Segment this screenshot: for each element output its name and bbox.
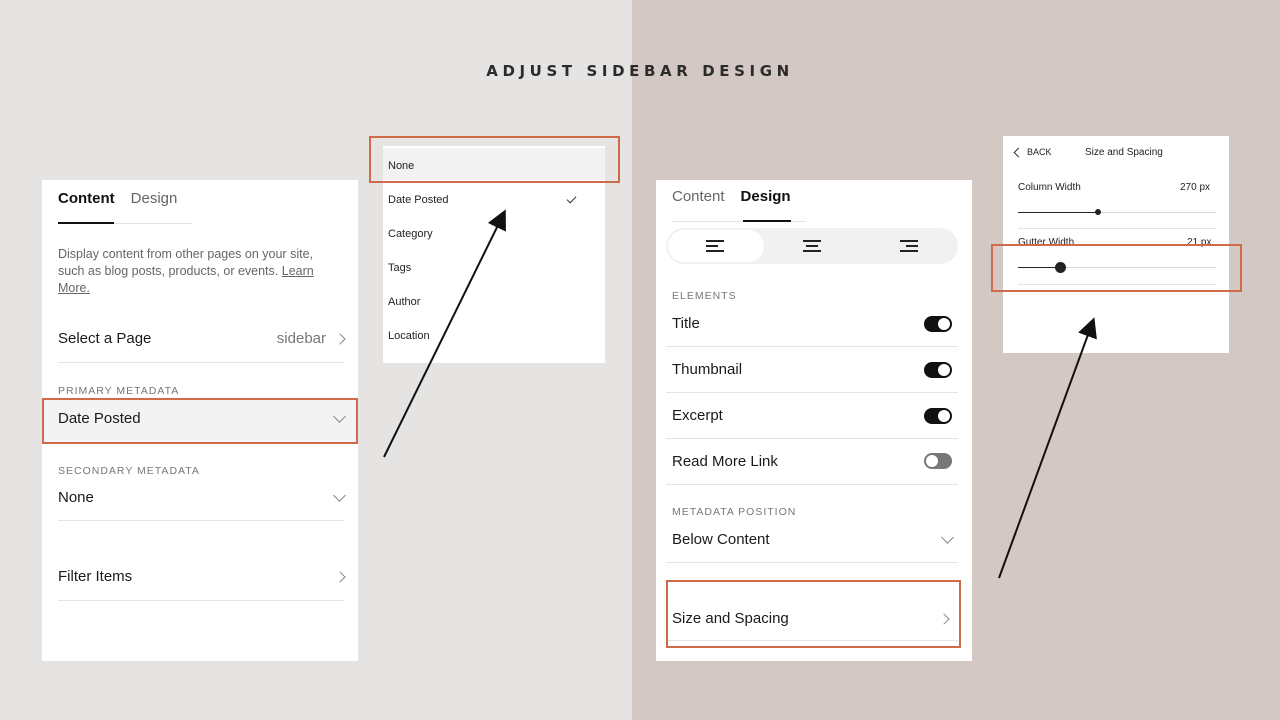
arrow-to-size-panel [998,317,1097,579]
arrow-to-dropdown [383,209,506,458]
annotation-arrows [383,209,1097,579]
